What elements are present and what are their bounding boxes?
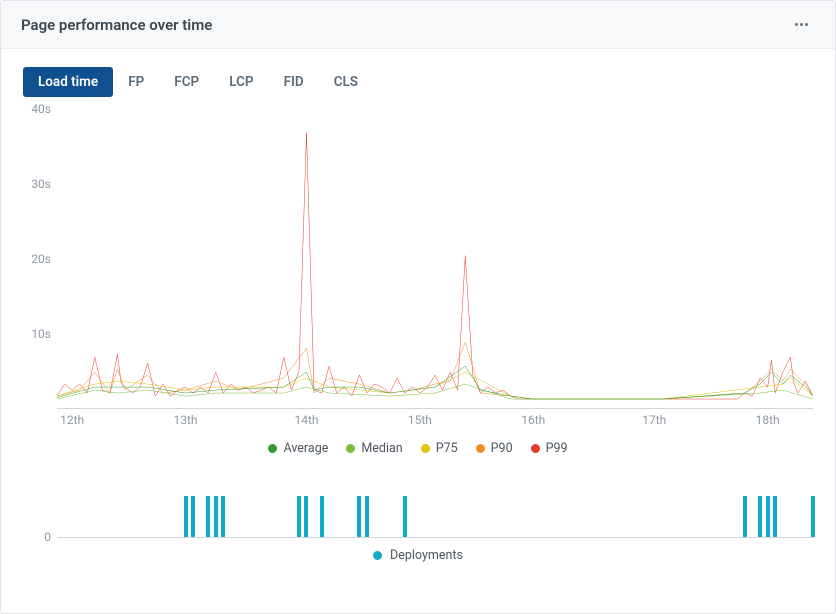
- y-axis: 40s 30s 20s 10s: [23, 109, 57, 409]
- more-icon: [795, 23, 808, 26]
- deployment-bar: [758, 496, 762, 537]
- deployment-bar: [811, 496, 815, 537]
- panel-title: Page performance over time: [21, 16, 212, 34]
- x-tick: 12th: [60, 413, 84, 427]
- deployment-bar: [221, 496, 225, 537]
- panel-body: Load time FP FCP LCP FID CLS 40s 30s 20s…: [1, 49, 835, 613]
- legend-label: P75: [436, 441, 458, 456]
- deploy-y-tick-0: 0: [44, 530, 51, 544]
- x-tick: 18th: [756, 413, 780, 427]
- deploy-plot-area[interactable]: [57, 478, 813, 538]
- metric-tabs: Load time FP FCP LCP FID CLS: [23, 67, 813, 97]
- y-tick-20: 20s: [31, 252, 51, 266]
- tab-fcp[interactable]: FCP: [159, 67, 214, 97]
- dot-icon: [421, 444, 430, 453]
- series-line-p75: [57, 372, 813, 399]
- legend-label: P99: [546, 441, 568, 456]
- x-tick: 13th: [174, 413, 198, 427]
- dot-icon: [373, 551, 382, 560]
- legend-label: Median: [361, 441, 402, 456]
- deployment-bar: [206, 496, 210, 537]
- deployment-bar: [184, 496, 188, 537]
- y-tick-30: 30s: [31, 177, 51, 191]
- deployment-bar: [320, 496, 324, 537]
- deployments-chart: 0: [23, 478, 813, 538]
- tab-fp[interactable]: FP: [113, 67, 159, 97]
- series-line-average: [57, 366, 813, 399]
- panel-header: Page performance over time: [1, 1, 835, 49]
- legend-label: P90: [491, 441, 513, 456]
- y-tick-40: 40s: [31, 102, 51, 116]
- legend-average: Average: [268, 441, 328, 456]
- legend-median: Median: [346, 441, 402, 456]
- deployment-bar: [214, 496, 218, 537]
- tab-lcp[interactable]: LCP: [214, 67, 268, 97]
- performance-panel: Page performance over time Load time FP …: [0, 0, 836, 614]
- legend-label: Average: [283, 441, 328, 456]
- legend-label: Deployments: [390, 548, 463, 563]
- x-axis: 12th 13th 14th 15th 16th 17th 18th: [57, 409, 813, 433]
- deployment-bar: [365, 496, 369, 537]
- deployment-bar: [773, 496, 777, 537]
- deployment-bar: [766, 496, 770, 537]
- deploy-y-axis: 0: [23, 478, 57, 538]
- dot-icon: [531, 444, 540, 453]
- legend-p90: P90: [476, 441, 513, 456]
- x-tick: 14th: [294, 413, 318, 427]
- series-line-median: [57, 384, 813, 399]
- deploy-legend: Deployments: [23, 548, 813, 563]
- deployment-bar: [297, 496, 301, 537]
- x-tick: 17th: [642, 413, 666, 427]
- tab-load-time[interactable]: Load time: [23, 67, 113, 97]
- deployment-bar: [357, 496, 361, 537]
- deployment-bar: [191, 496, 195, 537]
- dot-icon: [476, 444, 485, 453]
- series-legend: Average Median P75 P90 P99: [23, 441, 813, 456]
- x-tick: 15th: [408, 413, 432, 427]
- dot-icon: [268, 444, 277, 453]
- tab-fid[interactable]: FID: [269, 67, 319, 97]
- x-tick: 16th: [521, 413, 545, 427]
- legend-p99: P99: [531, 441, 568, 456]
- deployment-bar: [743, 496, 747, 537]
- legend-p75: P75: [421, 441, 458, 456]
- deployment-bar: [304, 496, 308, 537]
- more-options-button[interactable]: [787, 11, 815, 39]
- series-line-p99: [57, 133, 813, 399]
- dot-icon: [346, 444, 355, 453]
- line-plot-area[interactable]: [57, 109, 813, 409]
- tab-cls[interactable]: CLS: [319, 67, 373, 97]
- y-tick-10: 10s: [31, 327, 51, 341]
- main-chart: 40s 30s 20s 10s: [23, 109, 813, 409]
- deployment-bar: [403, 496, 407, 537]
